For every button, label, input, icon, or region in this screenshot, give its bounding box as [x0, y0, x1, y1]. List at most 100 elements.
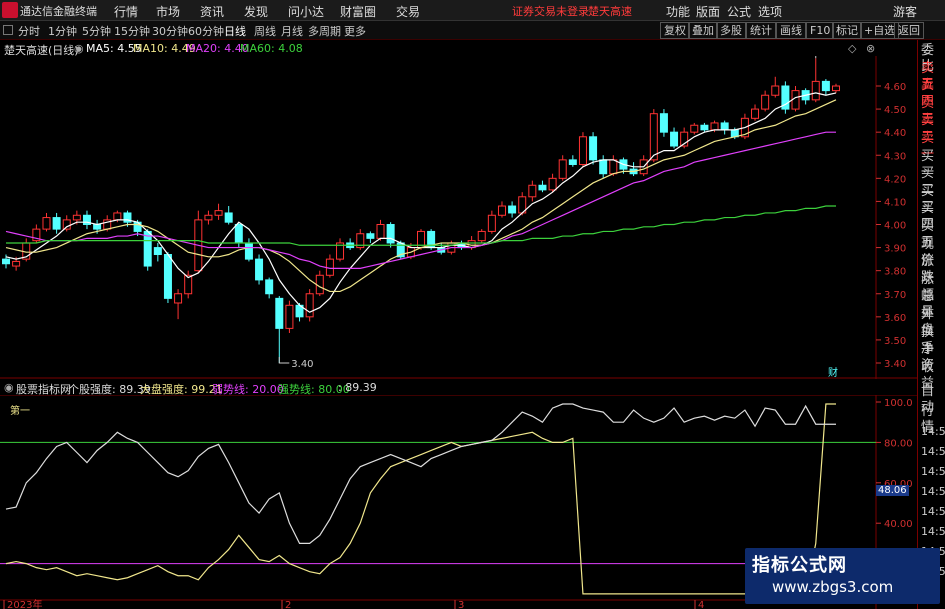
sidebar-bottom-item[interactable]: 14:50: [921, 424, 945, 440]
candle-body[interactable]: [52, 217, 61, 230]
multi-stock-button[interactable]: 多股: [716, 22, 746, 39]
candlestick-chart[interactable]: 4.72 3.40 财 4.60 4.50 4.40 4.30 4.20 4.10 4.00 3.…: [0, 56, 917, 379]
menu-bar: 通达信金融终端 行情 市场 资讯 发现 问小达 财富圈 交易 证券交易未登录 楚…: [0, 0, 945, 21]
candle-body[interactable]: [376, 224, 385, 239]
candle-body[interactable]: [761, 94, 770, 110]
x-tick-label: 4: [698, 600, 704, 609]
candle-body[interactable]: [700, 124, 709, 131]
tab-monthly[interactable]: 月线: [281, 23, 303, 39]
candle-body[interactable]: [659, 113, 668, 133]
y-tick-label: 4.50: [884, 105, 906, 116]
close-circle-icon[interactable]: ⊗: [866, 42, 875, 55]
candle-body[interactable]: [568, 159, 577, 165]
tab-5min[interactable]: 5分钟: [82, 23, 111, 39]
watermark-url: www.zbgs3.com: [772, 578, 894, 596]
candle-body[interactable]: [113, 212, 122, 221]
overlay-button[interactable]: 叠加: [688, 22, 718, 39]
menu-market[interactable]: 市场: [156, 3, 180, 20]
candle-body[interactable]: [649, 113, 658, 161]
candle-body[interactable]: [224, 212, 233, 223]
menu-discover[interactable]: 发现: [244, 3, 268, 20]
candle-body[interactable]: [305, 293, 314, 318]
candle-body[interactable]: [153, 247, 162, 256]
restore-rights-button[interactable]: 复权: [660, 22, 690, 39]
candle-body[interactable]: [366, 233, 375, 239]
diamond-icon[interactable]: ◇: [848, 42, 856, 55]
indicator-settings-icon[interactable]: ◉: [4, 381, 14, 394]
stats-button[interactable]: 统计: [746, 22, 776, 39]
tab-daily[interactable]: 日线: [224, 23, 246, 39]
menu-wealth[interactable]: 财富圈: [340, 3, 376, 20]
candle-body[interactable]: [558, 159, 567, 179]
candle-body[interactable]: [578, 136, 587, 165]
tab-weekly[interactable]: 周线: [254, 23, 276, 39]
candle-body[interactable]: [589, 136, 598, 161]
finance-flag[interactable]: 财: [828, 366, 838, 379]
candle-body[interactable]: [163, 254, 172, 299]
candle-body[interactable]: [174, 293, 183, 304]
candle-body[interactable]: [62, 219, 71, 230]
candle-body[interactable]: [234, 224, 243, 244]
candle-body[interactable]: [487, 214, 496, 232]
candle-body[interactable]: [710, 122, 719, 131]
menu-trade[interactable]: 交易: [396, 3, 420, 20]
tab-multi-period[interactable]: 多周期: [308, 23, 341, 39]
menu-function[interactable]: 功能: [666, 3, 690, 20]
menu-news[interactable]: 资讯: [200, 3, 224, 20]
candle-body[interactable]: [255, 258, 264, 281]
candle-body[interactable]: [477, 230, 486, 242]
candle-body[interactable]: [771, 85, 780, 96]
candle-body[interactable]: [508, 205, 517, 214]
menu-guest[interactable]: 游客: [893, 3, 917, 20]
tab-timeshare[interactable]: 分时: [18, 23, 40, 39]
candle-body[interactable]: [599, 159, 608, 175]
candle-body[interactable]: [548, 177, 557, 191]
candle-body[interactable]: [244, 242, 253, 260]
candle-body[interactable]: [690, 124, 699, 133]
back-button[interactable]: 返回: [894, 22, 924, 39]
candle-body[interactable]: [821, 80, 830, 92]
sidebar-bottom-item[interactable]: 14:50: [921, 464, 945, 480]
candle-body[interactable]: [609, 159, 618, 175]
tab-60min[interactable]: 60分钟: [188, 23, 224, 39]
tab-15min[interactable]: 15分钟: [114, 23, 150, 39]
sidebar-bottom-item[interactable]: 14:50: [921, 444, 945, 460]
candle-body[interactable]: [720, 122, 729, 131]
sidebar-bottom-item[interactable]: 14:50: [921, 504, 945, 520]
menu-formula[interactable]: 公式: [727, 3, 751, 20]
candle-body[interactable]: [214, 210, 223, 216]
candle-body[interactable]: [265, 279, 274, 295]
candle-body[interactable]: [275, 297, 284, 329]
login-warning[interactable]: 证券交易未登录: [512, 3, 589, 19]
candle-body[interactable]: [832, 85, 840, 92]
candle-body[interactable]: [386, 224, 395, 244]
candle-body[interactable]: [93, 224, 102, 230]
candle-body[interactable]: [670, 131, 679, 147]
candle-body[interactable]: [497, 205, 506, 216]
candle-body[interactable]: [2, 258, 10, 265]
tab-more[interactable]: 更多: [344, 23, 366, 39]
mark-button[interactable]: 标记: [832, 22, 862, 39]
candle-body[interactable]: [751, 108, 760, 119]
tab-1min[interactable]: 1分钟: [48, 23, 77, 39]
sidebar-bottom-item[interactable]: 14:50: [921, 524, 945, 540]
settings-circle-icon[interactable]: ◉: [74, 42, 84, 55]
candle-body[interactable]: [12, 260, 21, 267]
candle-body[interactable]: [133, 221, 142, 232]
menu-options[interactable]: 选项: [758, 3, 782, 20]
draw-line-button[interactable]: 画线: [776, 22, 806, 39]
candle-body[interactable]: [811, 80, 820, 101]
candle-body[interactable]: [72, 214, 81, 221]
candle-body[interactable]: [528, 184, 537, 198]
candle-body[interactable]: [538, 184, 547, 191]
candle-body[interactable]: [42, 217, 51, 230]
menu-ask[interactable]: 问小达: [288, 3, 324, 20]
candle-body[interactable]: [204, 214, 213, 221]
toolbar-square-icon[interactable]: [3, 25, 13, 35]
candle-body[interactable]: [285, 304, 294, 329]
tab-30min[interactable]: 30分钟: [152, 23, 188, 39]
menu-layout[interactable]: 版面: [696, 3, 720, 20]
f10-button[interactable]: F10: [806, 22, 835, 39]
menu-quotes[interactable]: 行情: [114, 3, 138, 20]
sidebar-bottom-item[interactable]: 14:50: [921, 484, 945, 500]
